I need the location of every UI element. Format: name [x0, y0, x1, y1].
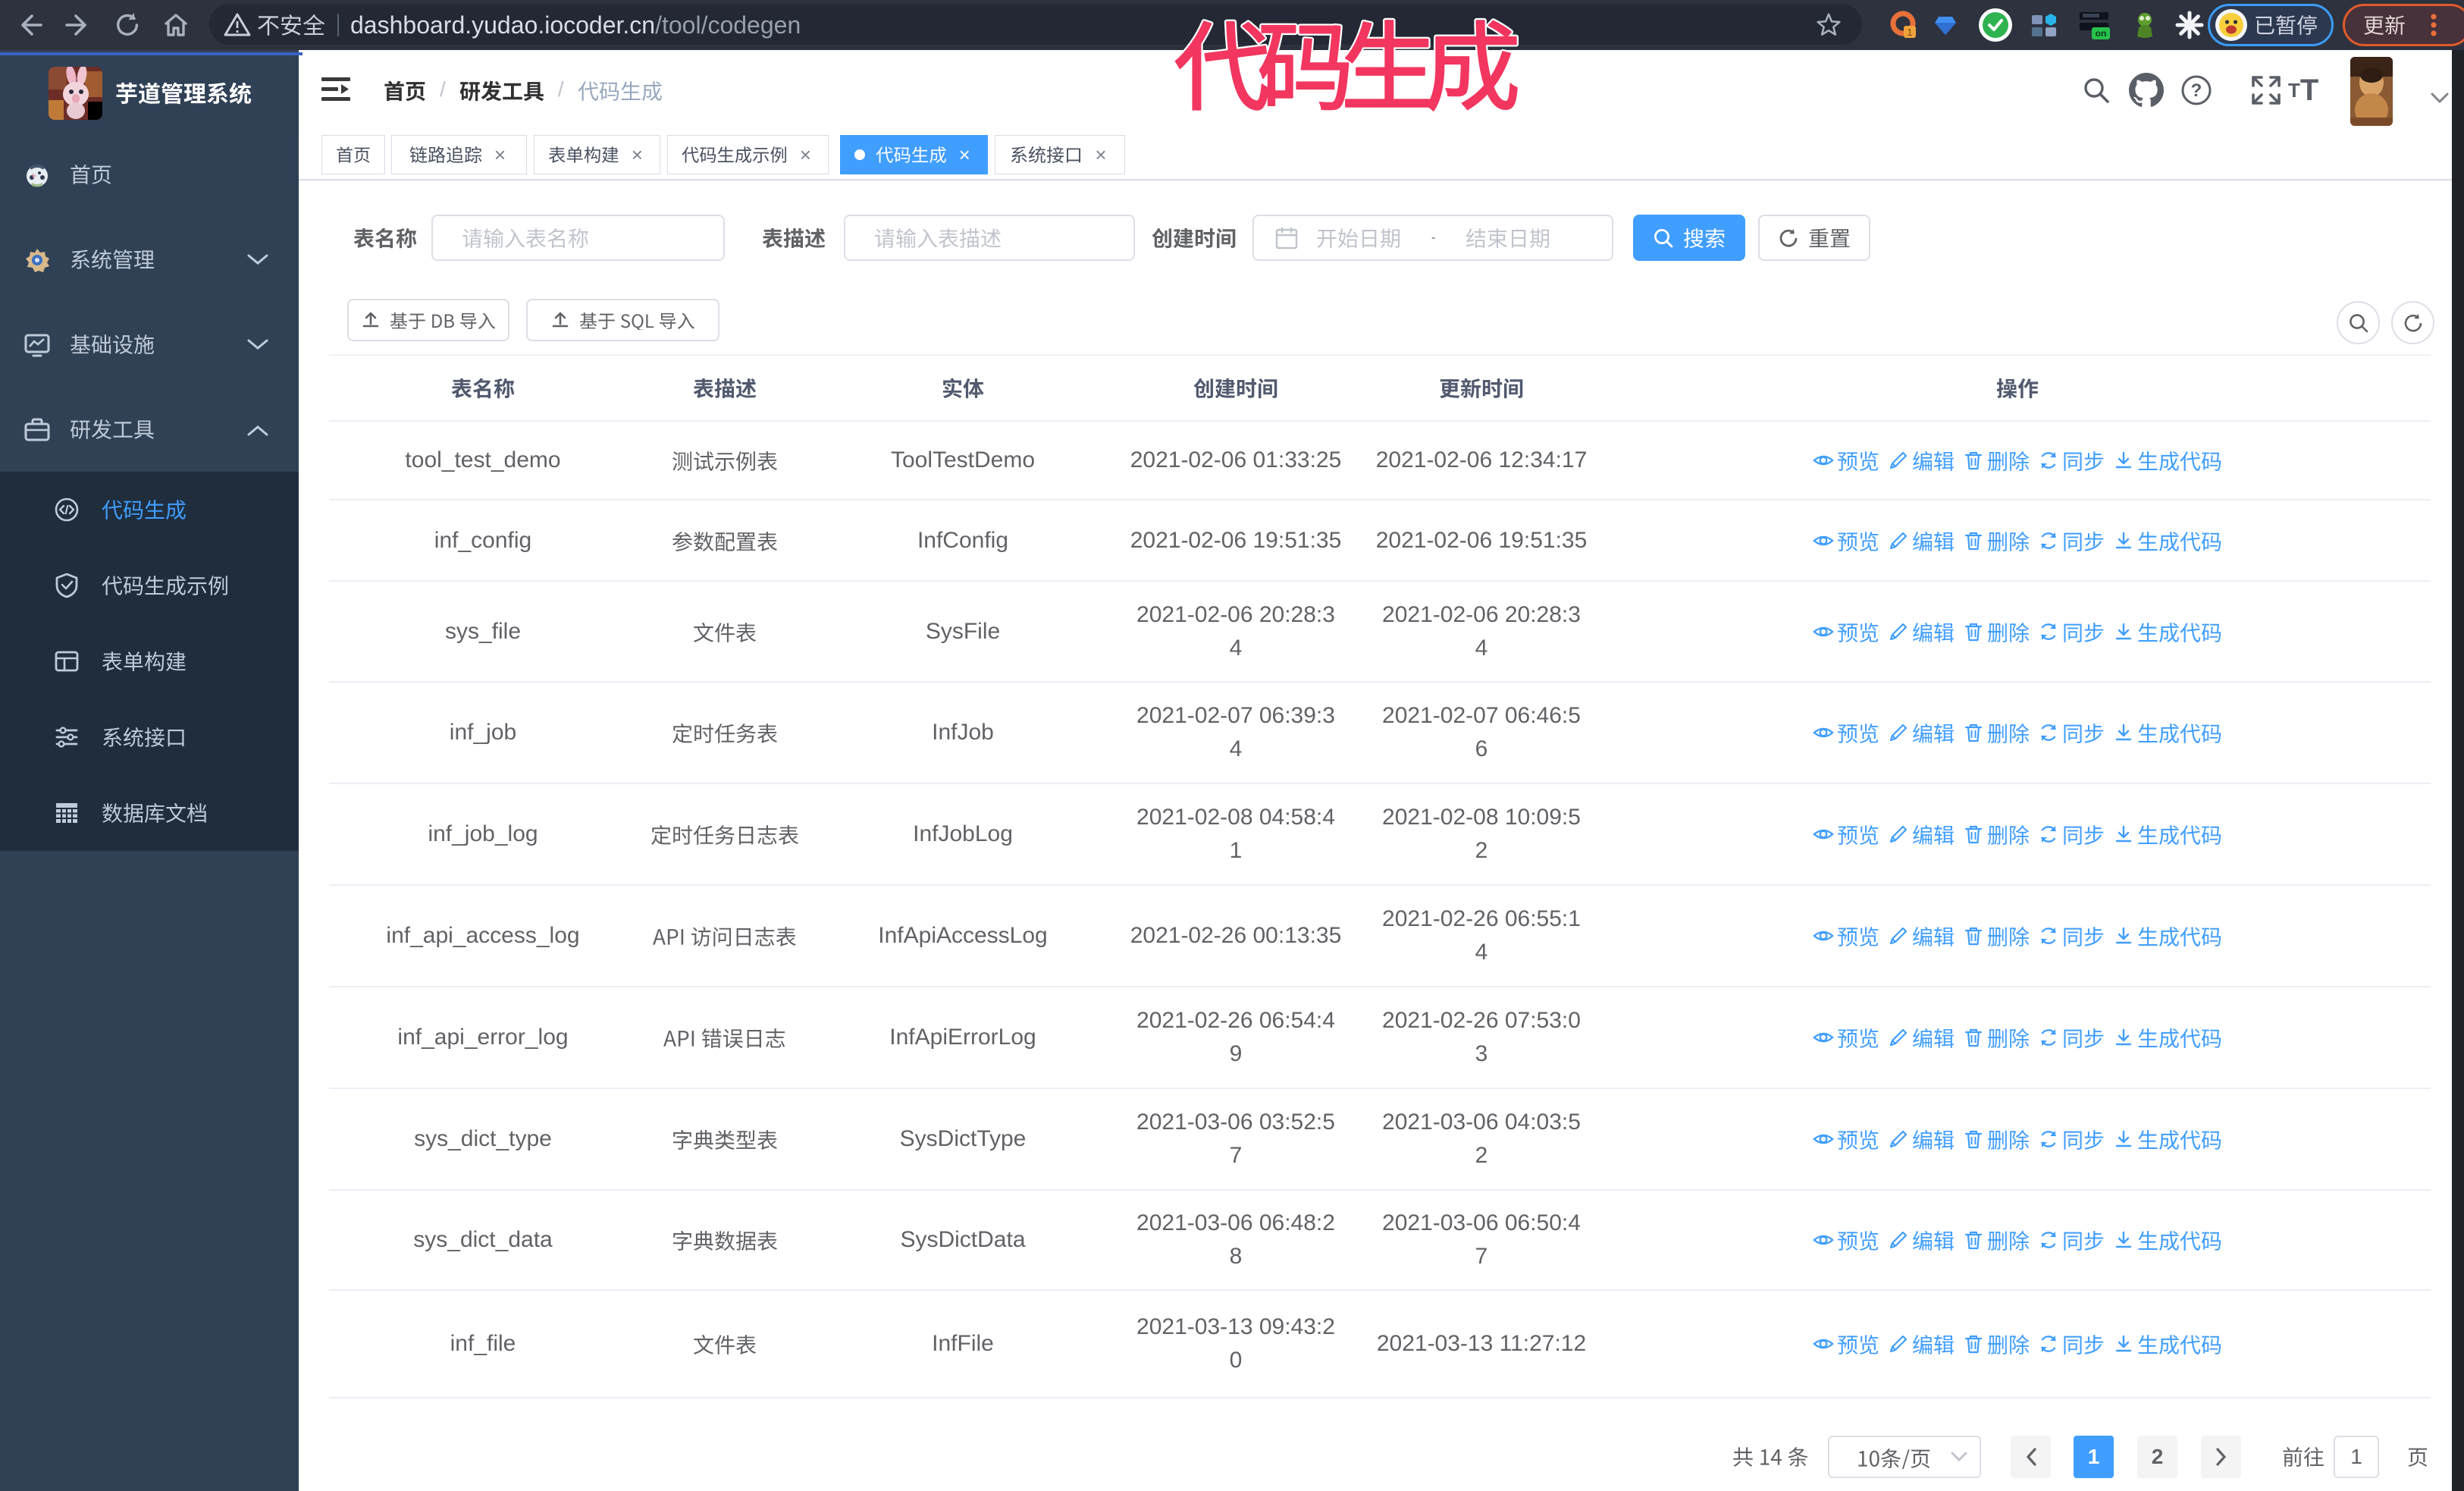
svg-text:?: ? [2191, 80, 2202, 101]
svg-text:1: 1 [1907, 27, 1912, 38]
svg-text:on: on [2096, 28, 2107, 39]
